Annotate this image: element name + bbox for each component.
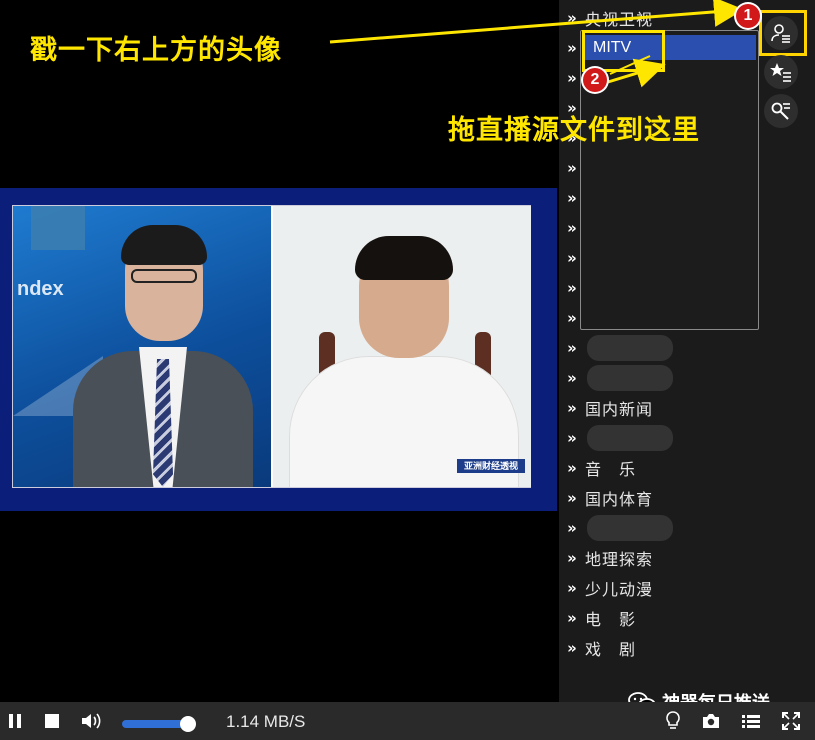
channel-item[interactable]: » xyxy=(559,363,759,393)
snapshot-button[interactable] xyxy=(696,706,726,736)
player-window: ndex 亚洲财经透视 » 央视卫视 » » » » » » » » » » »… xyxy=(0,0,815,740)
channel-item[interactable]: » xyxy=(559,333,759,363)
channel-item[interactable]: » 音 乐 xyxy=(559,453,759,483)
stop-button[interactable] xyxy=(37,706,67,736)
channel-label: 音 乐 xyxy=(585,460,637,479)
background-word: ndex xyxy=(17,278,64,300)
search-source-button[interactable] xyxy=(764,94,798,128)
chevron-right-icon: » xyxy=(567,579,577,597)
chevron-right-icon: » xyxy=(567,639,577,657)
source-dropdown[interactable]: MITV xyxy=(580,30,759,330)
chevron-right-icon: » xyxy=(567,9,577,27)
playlist-button[interactable] xyxy=(736,706,766,736)
volume-slider-thumb[interactable] xyxy=(180,716,196,732)
step1-badge: 1 xyxy=(736,4,760,28)
user-list-button[interactable] xyxy=(764,16,798,50)
mitv-highlight-box xyxy=(582,30,665,72)
fullscreen-button[interactable] xyxy=(776,706,806,736)
channel-label: 地理探索 xyxy=(585,550,654,569)
key-search-icon xyxy=(771,102,790,120)
guest-pane: 亚洲财经透视 xyxy=(273,206,531,487)
camera-icon xyxy=(703,714,719,728)
channel-label: 电 影 xyxy=(585,610,637,629)
channel-item[interactable]: » 地理探索 xyxy=(559,543,759,573)
chevron-right-icon: » xyxy=(567,339,577,357)
control-bar: 1.14 MB/S xyxy=(0,702,815,740)
step2-badge: 2 xyxy=(583,68,607,92)
channel-item[interactable]: » 国内新闻 xyxy=(559,393,759,423)
volume-icon xyxy=(82,713,101,729)
blurred-channel-label xyxy=(587,425,673,451)
stop-icon xyxy=(45,714,59,728)
bulb-icon xyxy=(666,711,680,729)
playlist-icon xyxy=(742,715,760,728)
step1-instruction: 戳一下右上方的头像 xyxy=(30,35,282,66)
blurred-channel-label xyxy=(587,335,673,361)
volume-button[interactable] xyxy=(76,706,106,736)
channel-item[interactable]: » 少儿动漫 xyxy=(559,573,759,603)
fullscreen-icon xyxy=(782,712,800,730)
chevron-right-icon: » xyxy=(567,429,577,447)
chevron-right-icon: » xyxy=(567,369,577,387)
bulb-button[interactable] xyxy=(658,706,688,736)
news-anchor-pane: ndex xyxy=(13,206,271,487)
chevron-right-icon: » xyxy=(567,459,577,477)
star-list-icon xyxy=(770,63,791,82)
channel-label: 国内体育 xyxy=(585,490,654,509)
channel-label: 国内新闻 xyxy=(585,400,654,419)
pause-icon xyxy=(9,714,21,728)
channel-item[interactable]: » 电 影 xyxy=(559,603,759,633)
video-frame[interactable]: ndex 亚洲财经透视 xyxy=(0,188,557,511)
program-logo: 亚洲财经透视 xyxy=(457,459,525,473)
channel-item[interactable]: » xyxy=(559,423,759,453)
channel-item[interactable]: » 国内体育 xyxy=(559,483,759,513)
pause-button[interactable] xyxy=(0,706,30,736)
chevron-right-icon: » xyxy=(567,609,577,627)
chevron-right-icon: » xyxy=(567,489,577,507)
channel-label: 少儿动漫 xyxy=(585,580,654,599)
channel-item[interactable]: » 央视卫视 xyxy=(559,3,759,33)
anchor-figure xyxy=(73,225,253,487)
favorites-button[interactable] xyxy=(764,55,798,89)
user-list-icon xyxy=(771,24,790,43)
channel-item[interactable]: » 戏 剧 xyxy=(559,633,759,663)
download-rate: 1.14 MB/S xyxy=(226,712,306,731)
blurred-channel-label xyxy=(587,365,673,391)
channel-label: 央视卫视 xyxy=(585,10,654,29)
volume-slider-track[interactable] xyxy=(122,720,188,728)
video-split-screen: ndex 亚洲财经透视 xyxy=(12,205,531,488)
chevron-right-icon: » xyxy=(567,519,577,537)
guest-figure xyxy=(289,236,519,487)
blurred-channel-label xyxy=(587,515,673,541)
chevron-right-icon: » xyxy=(567,549,577,567)
chevron-right-icon: » xyxy=(567,399,577,417)
channel-item[interactable]: » xyxy=(559,513,759,543)
step2-instruction: 拖直播源文件到这里 xyxy=(448,115,700,146)
channel-label: 戏 剧 xyxy=(585,640,637,659)
